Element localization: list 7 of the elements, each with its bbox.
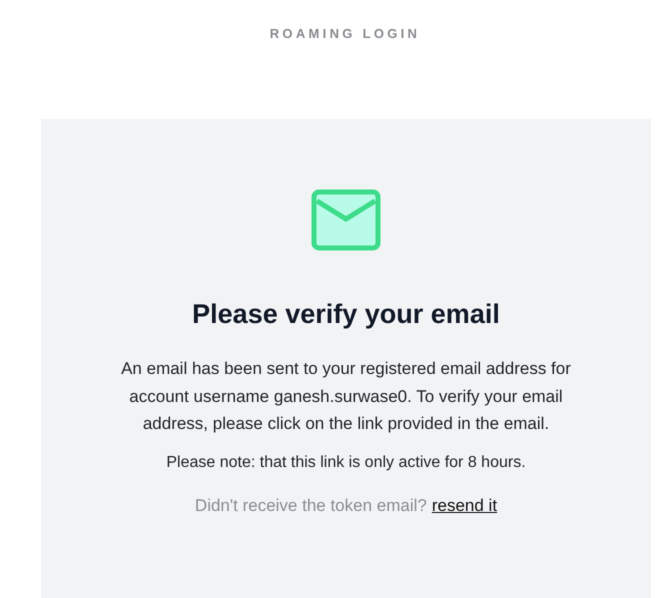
message-text: An email has been sent to your registered email address for account username ganesh.surwase0. To verify your email address, please click on the link provided in the email. xyxy=(120,358,572,435)
resend-prompt: Didn't receive the token email? xyxy=(194,496,427,516)
envelope-icon xyxy=(311,189,381,251)
resend-link[interactable]: resend it xyxy=(432,496,498,516)
page-title: ROAMING LOGIN xyxy=(270,26,420,42)
heading: Please verify your email xyxy=(192,299,500,330)
note-text: Please note: that this link is only active for 8 hours. xyxy=(166,454,526,472)
